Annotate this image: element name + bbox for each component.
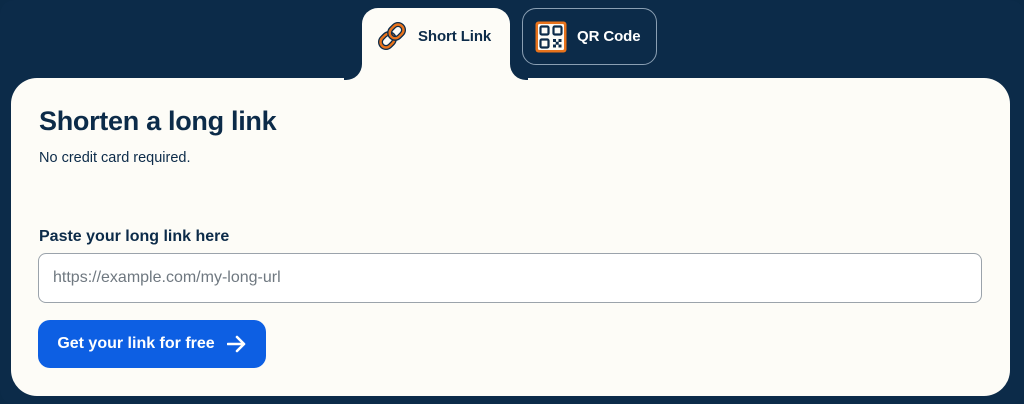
shortener-widget: Shorten a long link No credit card requi… [0, 0, 1024, 404]
long-link-label: Paste your long link here [39, 228, 230, 245]
card-title: Shorten a long link [39, 106, 277, 136]
tab-short-link[interactable]: Short Link [362, 8, 510, 100]
qr-code-icon [535, 21, 567, 52]
long-link-input[interactable] [38, 253, 982, 303]
link-icon [377, 21, 407, 51]
card-subtitle: No credit card required. [39, 150, 191, 166]
get-link-button[interactable]: Get your link for free [38, 320, 266, 368]
shorten-card: Shorten a long link No credit card requi… [11, 78, 1010, 396]
tab-corner-left [344, 62, 362, 80]
tab-short-link-label: Short Link [418, 27, 492, 45]
tab-qr-code[interactable]: QR Code [522, 8, 657, 65]
get-link-button-label: Get your link for free [57, 335, 215, 352]
tab-corner-right [510, 62, 528, 80]
arrow-right-icon [226, 335, 245, 353]
tab-qr-code-label: QR Code [577, 28, 641, 45]
